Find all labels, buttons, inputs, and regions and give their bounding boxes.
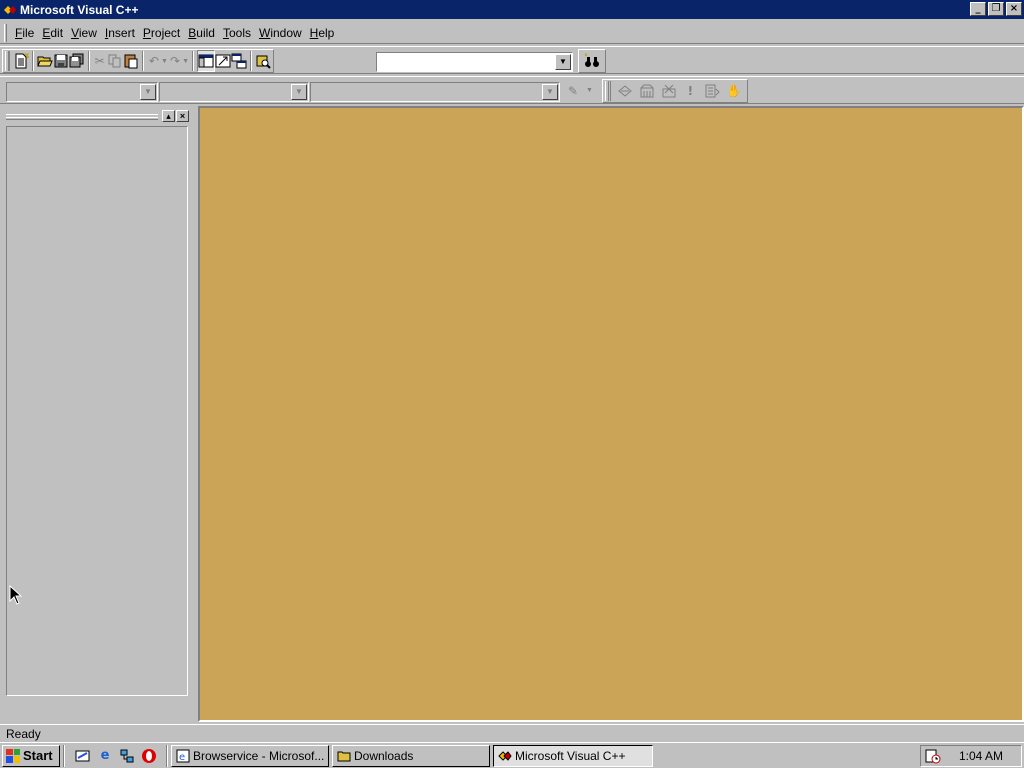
wizard-actions-dropdown-icon[interactable]: ▼ [586,87,594,94]
start-button[interactable]: Start [2,744,60,767]
restore-button[interactable]: ❐ [988,2,1004,16]
status-bar: Ready [0,724,1024,742]
toolbar-separator [192,51,195,71]
internet-explorer-icon[interactable]: e [96,747,114,765]
system-tray: 1:04 AM [920,745,1022,767]
menu-tools[interactable]: Tools [219,24,255,42]
find-toolbar [578,49,606,73]
task-label: Downloads [354,748,414,763]
menu-help[interactable]: Help [306,24,339,42]
visual-cpp-app-icon[interactable] [3,3,17,17]
mouse-cursor-icon [9,584,23,608]
menu-window[interactable]: Window [255,24,306,42]
svg-text:e: e [179,752,185,763]
title-bar[interactable]: Microsoft Visual C++ _ ❐ × [0,0,1024,19]
toolbar-separator [87,51,90,71]
workspace-pane: ▴ × [4,110,196,720]
find-binoculars-icon[interactable] [581,50,603,72]
save-all-icon[interactable] [69,50,85,72]
build-icon[interactable] [636,80,658,102]
folder-icon [337,749,351,763]
toolbar-separator [31,51,34,71]
standard-toolbar: ✂ ↶ ▼ ↷ ▼ [2,49,274,73]
output-window-icon[interactable] [215,50,231,72]
chevron-down-icon[interactable]: ▼ [542,84,558,100]
task-visual-cpp[interactable]: Microsoft Visual C++ [493,744,653,767]
taskbar: Start e e Browservice - Microsof... Down… [0,742,1024,768]
go-debug-icon[interactable] [701,80,723,102]
save-disk-icon[interactable] [53,50,69,72]
task-label: Browservice - Microsof... [193,748,325,763]
menu-view[interactable]: View [67,24,101,42]
menubar-grip[interactable] [4,23,7,42]
start-label: Start [23,748,53,763]
taskbar-separator [63,744,65,767]
open-folder-icon[interactable] [36,50,53,72]
redo-icon[interactable]: ↷ [168,50,182,72]
close-button[interactable]: × [1006,2,1022,16]
opera-icon[interactable] [140,747,158,765]
wizardbar-members-combo[interactable]: ▼ [310,82,560,102]
workspace-close-button[interactable]: × [176,110,189,122]
menu-build[interactable]: Build [184,24,219,42]
find-combo[interactable]: ▼ [376,52,573,72]
paste-clipboard-icon[interactable] [123,50,139,72]
toolbar-grip[interactable] [5,51,10,71]
execute-exclamation-icon[interactable]: ! [680,80,702,102]
window-list-icon[interactable] [231,50,247,72]
redo-dropdown-arrow-icon[interactable]: ▼ [182,58,189,65]
network-icon[interactable] [118,747,136,765]
taskbar-separator [166,744,168,767]
stop-build-icon[interactable] [658,80,680,102]
workspace-window-icon[interactable] [197,50,216,72]
chevron-down-icon[interactable]: ▼ [140,84,156,100]
cut-scissors-icon[interactable]: ✂ [93,50,107,72]
workspace-drag-grip[interactable] [6,114,158,120]
task-browservice[interactable]: e Browservice - Microsof... [171,744,329,767]
visual-cpp-app-icon [498,749,512,763]
status-text: Ready [6,726,41,741]
toolbar-row-wizardbar: ▼ ▼ ▼ ✎ ▼ ! ✋ [0,76,1024,104]
build-minibar: ! ✋ [602,79,748,103]
workspace-tree-area[interactable] [6,126,188,696]
undo-icon[interactable]: ↶ [147,50,161,72]
menu-project[interactable]: Project [139,24,184,42]
undo-dropdown-arrow-icon[interactable]: ▼ [161,58,168,65]
find-in-files-icon[interactable] [255,50,271,72]
breakpoint-hand-icon[interactable]: ✋ [723,80,745,102]
scheduler-tray-icon[interactable] [925,748,941,764]
menu-edit[interactable]: Edit [38,24,67,42]
wizard-wand-icon[interactable]: ✎ [562,80,584,102]
toolbar-row-standard: ✂ ↶ ▼ ↷ ▼ ▼ [0,46,1024,74]
menu-insert[interactable]: Insert [101,24,139,42]
task-label: Microsoft Visual C++ [515,748,626,763]
toolbar-grip[interactable] [605,81,611,101]
toolbar-separator [141,51,144,71]
menu-file[interactable]: File [11,24,38,42]
wizardbar-class-combo[interactable]: ▼ [6,82,158,102]
window-title: Microsoft Visual C++ [20,2,139,17]
workspace-header: ▴ × [4,110,196,124]
clock[interactable]: 1:04 AM [959,749,1003,763]
internet-explorer-page-icon: e [176,749,190,763]
toolbar-separator [250,51,253,71]
chevron-down-icon[interactable]: ▼ [291,84,307,100]
chevron-down-icon[interactable]: ▼ [555,54,571,70]
compile-icon[interactable] [614,80,636,102]
menu-bar: File Edit View Insert Project Build Tool… [0,22,1024,44]
show-desktop-icon[interactable] [74,747,92,765]
windows-flag-icon [6,748,20,763]
workspace-maximize-button[interactable]: ▴ [162,110,175,122]
task-downloads[interactable]: Downloads [332,744,490,767]
quick-launch: e [74,747,158,765]
wizardbar-filter-combo[interactable]: ▼ [159,82,309,102]
mdi-client-area[interactable] [198,106,1024,722]
new-text-file-icon[interactable] [13,50,29,72]
minimize-button[interactable]: _ [970,2,986,16]
copy-icon[interactable] [107,50,123,72]
